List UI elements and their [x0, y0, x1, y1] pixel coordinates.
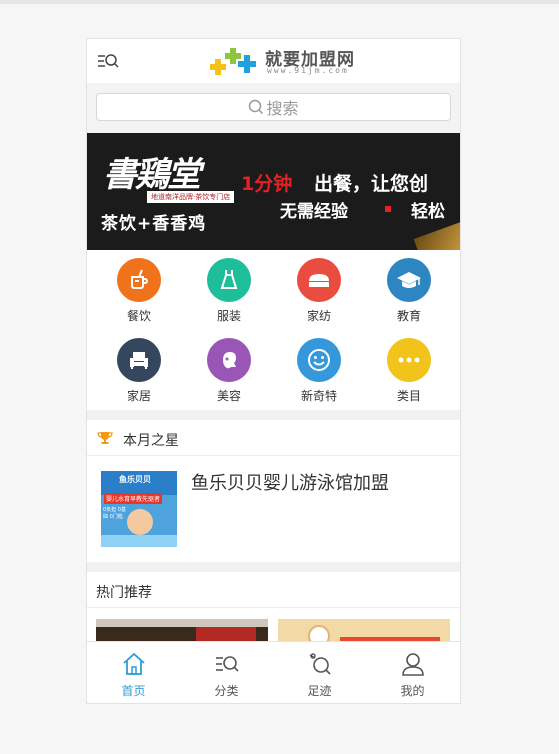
star-section-header: 本月之星 — [87, 420, 460, 456]
search-input[interactable]: 搜索 — [96, 93, 451, 121]
home-icon — [122, 652, 145, 675]
category-fuzhuang[interactable]: 服装 — [189, 250, 269, 330]
thumb-brand: 鱼乐贝贝 — [119, 475, 151, 484]
category-leimu[interactable]: 类目 — [369, 330, 449, 410]
category-xinqite[interactable]: 新奇特 — [279, 330, 359, 410]
category-meirong[interactable]: 美容 — [189, 330, 269, 410]
star-section-title: 本月之星 — [123, 433, 179, 449]
section-divider — [87, 410, 460, 420]
footprint-icon — [309, 653, 331, 675]
star-list-item[interactable]: 鱼乐贝贝 婴儿水育早教先驱者 0负担 0基础 0门槛 鱼乐贝贝婴儿游泳馆加盟 — [87, 457, 460, 562]
menu-search-icon[interactable] — [97, 51, 119, 71]
category-label: 新奇特 — [300, 389, 337, 403]
category-label: 美容 — [216, 389, 241, 403]
banner-tag: 地道南洋品牌·茶饮专门店 — [147, 191, 235, 203]
thumb-footer: 0负担 0基础 0门槛 — [103, 507, 126, 520]
category-jiafang[interactable]: 家纺 — [279, 250, 359, 330]
category-label: 类目 — [396, 389, 421, 403]
mobile-page: 就要加盟网 www.91jm.com 搜索 書鶏堂 地道南洋品牌·茶饮专门店 茶… — [86, 38, 461, 704]
tab-mine[interactable]: 我的 — [366, 642, 459, 703]
armchair-icon — [117, 338, 161, 382]
thumb-slogan: 婴儿水育早教先驱者 — [104, 493, 163, 504]
category-jiaoyu[interactable]: 教育 — [369, 250, 449, 330]
tab-label: 我的 — [400, 684, 425, 698]
face-icon — [207, 338, 251, 382]
browser-top-strip — [0, 0, 559, 4]
site-logo[interactable]: 就要加盟网 www.91jm.com — [209, 45, 359, 77]
bottom-tab-bar: 首页 分类 足迹 我的 — [87, 641, 460, 703]
star-item-name[interactable]: 鱼乐贝贝婴儿游泳馆加盟 — [191, 469, 389, 495]
banner-dot — [385, 206, 391, 212]
search-placeholder: 搜索 — [266, 99, 299, 118]
drink-icon — [117, 258, 161, 302]
more-icon — [387, 338, 431, 382]
hot-section-header: 热门推荐 — [87, 572, 460, 608]
category-label: 家居 — [126, 389, 151, 403]
tab-label: 首页 — [121, 684, 146, 698]
category-canyin[interactable]: 餐饮 — [99, 250, 179, 330]
banner-line2-a: 无需经验 — [280, 202, 348, 222]
tab-label: 足迹 — [307, 684, 332, 698]
tab-label: 分类 — [214, 684, 239, 698]
category-label: 服装 — [216, 309, 241, 323]
hot-section-title: 热门推荐 — [96, 585, 152, 601]
category-label: 教育 — [396, 309, 421, 323]
banner-headline-white: 出餐，让您创 — [314, 173, 429, 195]
tab-category[interactable]: 分类 — [180, 642, 273, 703]
category-search-icon — [215, 656, 239, 672]
star-thumbnail[interactable]: 鱼乐贝贝 婴儿水育早教先驱者 0负担 0基础 0门槛 — [101, 471, 177, 547]
header: 就要加盟网 www.91jm.com — [87, 39, 460, 84]
banner-line2-b: 轻松 — [411, 202, 445, 222]
user-icon — [401, 653, 424, 676]
logo-url: www.91jm.com — [267, 66, 349, 75]
bedding-icon — [297, 258, 341, 302]
promo-banner[interactable]: 書鶏堂 地道南洋品牌·茶饮专门店 茶饮+香香鸡 1分钟 出餐，让您创 无需经验 … — [87, 133, 460, 250]
category-label: 餐饮 — [126, 309, 151, 323]
category-grid: 餐饮 服装 家纺 教育 家居 美容 新奇特 类目 — [87, 250, 460, 410]
banner-headline-red: 1分钟 — [241, 173, 293, 195]
smile-icon — [297, 338, 341, 382]
banner-brand: 書鶏堂 — [103, 155, 201, 195]
category-jiaju[interactable]: 家居 — [99, 330, 179, 410]
thumb-baby — [127, 509, 153, 535]
trophy-icon — [97, 432, 113, 444]
banner-subtitle: 茶饮+香香鸡 — [101, 214, 207, 234]
dress-icon — [207, 258, 251, 302]
tab-home[interactable]: 首页 — [87, 642, 180, 703]
search-icon — [249, 99, 264, 115]
logo-crosses-icon — [210, 48, 256, 75]
graduation-cap-icon — [387, 258, 431, 302]
banner-gold-decoration — [413, 218, 460, 250]
section-divider — [87, 562, 460, 572]
tab-footprint[interactable]: 足迹 — [273, 642, 366, 703]
category-label: 家纺 — [306, 309, 331, 323]
search-area: 搜索 — [87, 83, 460, 133]
